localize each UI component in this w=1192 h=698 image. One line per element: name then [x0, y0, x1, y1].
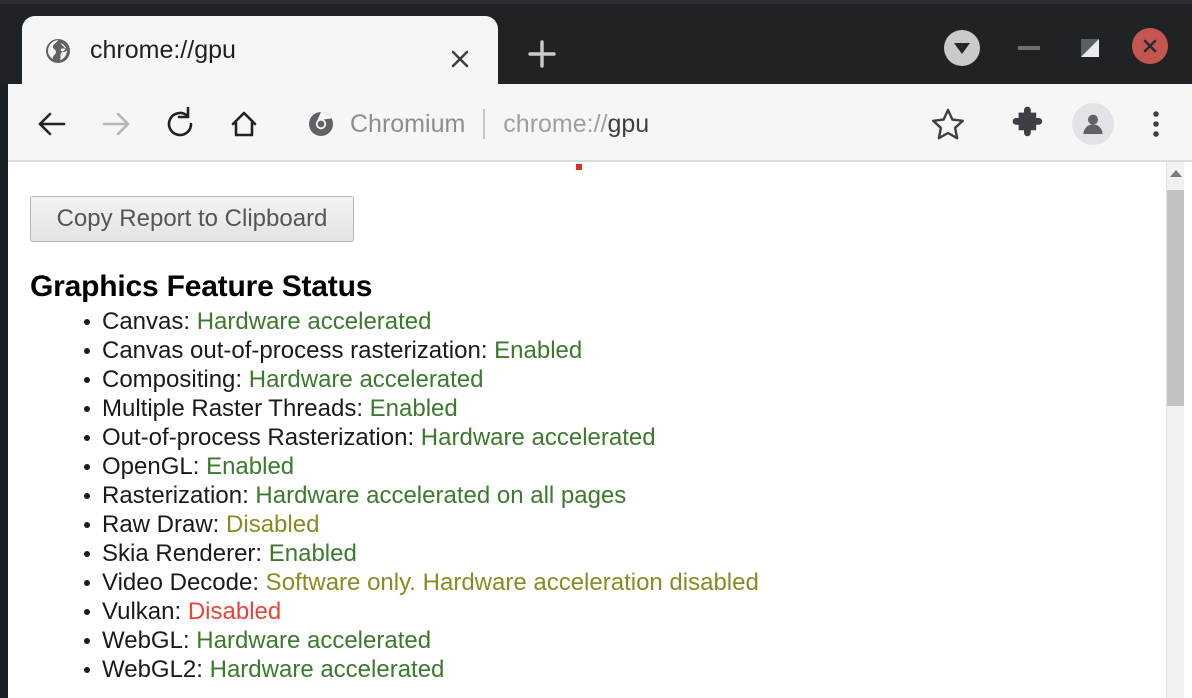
- close-icon: [1143, 39, 1157, 53]
- feature-label: Raw Draw:: [102, 511, 220, 538]
- address-bar[interactable]: Chromium chrome://gpu: [308, 104, 649, 144]
- feature-row: Canvas: Hardware accelerated: [76, 307, 1136, 336]
- browser-window: chrome://gpu Chromium chrome://gpu Copy …: [0, 0, 1192, 698]
- feature-status: Hardware accelerated: [189, 627, 432, 654]
- feature-label: WebGL2:: [102, 656, 203, 683]
- three-dots-icon: [1153, 111, 1159, 137]
- arrow-left-icon: [38, 112, 66, 136]
- feature-status: Hardware accelerated: [202, 656, 445, 683]
- scrollbar-thumb[interactable]: [1167, 190, 1184, 406]
- feature-status: Disabled: [219, 511, 320, 538]
- scroll-up-arrow-icon[interactable]: [1167, 162, 1184, 184]
- profile-avatar[interactable]: [1072, 103, 1114, 145]
- home-icon: [231, 111, 257, 137]
- tab-strip: chrome://gpu: [0, 4, 1192, 84]
- browser-menu-button[interactable]: [1142, 104, 1170, 144]
- feature-row: WebGL: Hardware accelerated: [76, 626, 1136, 655]
- close-tab-icon[interactable]: [445, 44, 475, 74]
- feature-label: Multiple Raster Threads:: [102, 395, 363, 422]
- feature-status: Hardware accelerated on all pages: [248, 482, 627, 509]
- feature-status: Enabled: [487, 337, 583, 364]
- feature-label: Rasterization:: [102, 482, 249, 509]
- feature-status: Hardware accelerated: [414, 424, 656, 451]
- close-window-button[interactable]: [1132, 28, 1168, 64]
- forward-button[interactable]: [96, 104, 136, 144]
- feature-row: Out-of-process Rasterization: Hardware a…: [76, 423, 1136, 452]
- copy-report-button[interactable]: Copy Report to Clipboard: [30, 196, 354, 242]
- chromium-logo-icon: [308, 111, 334, 137]
- page-title: Graphics Feature Status: [30, 270, 373, 303]
- feature-status: Software only. Hardware acceleration dis…: [259, 569, 759, 596]
- url-text: chrome://gpu: [503, 110, 649, 139]
- feature-label: Compositing:: [102, 366, 243, 393]
- reload-icon: [167, 106, 193, 137]
- url-host: gpu: [607, 109, 650, 138]
- restore-icon: [1081, 39, 1099, 57]
- brand-label: Chromium: [350, 109, 466, 138]
- globe-icon: [44, 37, 72, 65]
- feature-label: OpenGL:: [102, 453, 200, 480]
- reload-button[interactable]: [160, 104, 200, 144]
- browser-tab[interactable]: chrome://gpu: [22, 16, 498, 84]
- page-content: Copy Report to Clipboard Graphics Featur…: [8, 162, 1192, 698]
- feature-status: Enabled: [262, 540, 357, 567]
- feature-row: WebGL2: Hardware accelerated: [76, 655, 1136, 684]
- feature-row: Raw Draw: Disabled: [76, 510, 1136, 539]
- feature-row: Multiple Raster Threads: Enabled: [76, 394, 1136, 423]
- feature-status: Hardware accelerated: [190, 308, 432, 335]
- feature-label: Canvas:: [102, 308, 191, 335]
- feature-row: Vulkan: Disabled: [76, 597, 1136, 626]
- vertical-scrollbar[interactable]: [1166, 162, 1184, 698]
- feature-row: Video Decode: Software only. Hardware ac…: [76, 568, 1136, 597]
- url-scheme: chrome://: [503, 109, 608, 138]
- extensions-puzzle-icon[interactable]: [1008, 104, 1048, 144]
- bookmark-star-icon[interactable]: [928, 104, 968, 144]
- chevron-down-icon: [954, 42, 970, 54]
- new-tab-button[interactable]: [520, 32, 564, 76]
- feature-status: Hardware accelerated: [242, 366, 484, 393]
- feature-status: Disabled: [181, 598, 282, 625]
- feature-label: Canvas out-of-process rasterization:: [102, 337, 488, 364]
- minimize-icon: [1018, 46, 1040, 50]
- maximize-window-button[interactable]: [1074, 34, 1106, 62]
- feature-row: Canvas out-of-process rasterization: Ena…: [76, 336, 1136, 365]
- tab-title: chrome://gpu: [90, 36, 236, 64]
- arrow-right-icon: [102, 112, 130, 136]
- omnibox-divider: [483, 109, 486, 139]
- feature-label: Vulkan:: [102, 598, 182, 625]
- caret-marker: [574, 162, 584, 172]
- back-button[interactable]: [32, 104, 72, 144]
- feature-row: Rasterization: Hardware accelerated on a…: [76, 481, 1136, 510]
- feature-label: Out-of-process Rasterization:: [102, 424, 415, 451]
- feature-status: Enabled: [363, 395, 458, 422]
- feature-label: WebGL:: [102, 627, 190, 654]
- download-badge-icon[interactable]: [944, 30, 980, 66]
- feature-status: Enabled: [199, 453, 295, 480]
- feature-label: Video Decode:: [102, 569, 260, 596]
- feature-row: Compositing: Hardware accelerated: [76, 365, 1136, 394]
- person-icon: [1083, 114, 1103, 134]
- feature-row: Skia Renderer: Enabled: [76, 539, 1136, 568]
- home-button[interactable]: [224, 104, 264, 144]
- browser-toolbar: Chromium chrome://gpu: [8, 84, 1192, 162]
- graphics-feature-list: Canvas: Hardware accelerated Canvas out-o…: [76, 307, 1136, 684]
- feature-row: OpenGL: Enabled: [76, 452, 1136, 481]
- feature-label: Skia Renderer:: [102, 540, 263, 567]
- minimize-window-button[interactable]: [1014, 34, 1046, 62]
